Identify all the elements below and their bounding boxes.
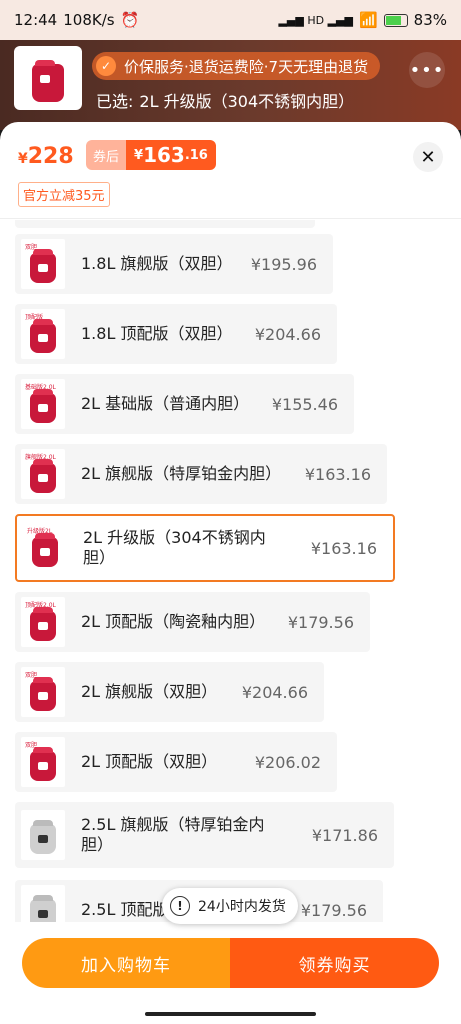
option-name: 2.5L 顶配版: [81, 900, 169, 919]
info-icon: !: [170, 896, 190, 916]
option-name: 1.8L 旗舰版（双胆）: [81, 254, 233, 273]
status-time: 12:44: [14, 11, 58, 29]
option-name: 2L 顶配版（陶瓷釉内胆）: [81, 612, 266, 631]
selected-prefix: 已选:: [96, 92, 134, 111]
coupon-value: ¥163.16: [126, 140, 216, 170]
option-name: 2L 旗舰版（特厚铂金内胆）: [81, 464, 282, 483]
option-thumbnail: 升级版2L: [23, 523, 67, 573]
option-item[interactable]: 旗舰版2.0L 2L 旗舰版（特厚铂金内胆） ¥163.16: [15, 444, 387, 504]
option-name: 1.8L 顶配版（双胆）: [81, 324, 233, 343]
option-item-selected[interactable]: 升级版2L 2L 升级版（304不锈钢内胆） ¥163.16: [15, 514, 395, 582]
close-button[interactable]: ✕: [413, 142, 443, 172]
action-buttons: 加入购物车 领券购买: [22, 938, 439, 988]
more-dots-icon[interactable]: •••: [409, 52, 445, 88]
option-name: 2L 基础版（普通内胆）: [81, 394, 250, 413]
option-price: ¥204.66: [254, 324, 321, 344]
close-icon: ✕: [420, 146, 436, 168]
battery-icon: [383, 13, 408, 27]
selected-spec: 已选: 2L 升级版（304不锈钢内胆）: [96, 88, 354, 112]
divider: [0, 218, 461, 219]
cooker-image: [32, 60, 64, 102]
selected-value: 2L 升级版（304不锈钢内胆）: [139, 92, 355, 111]
battery-percent: 83%: [413, 11, 447, 29]
original-price: ¥228: [18, 144, 74, 169]
coupon-label: 券后: [86, 140, 127, 170]
home-indicator[interactable]: [145, 1012, 316, 1016]
option-thumbnail: [21, 810, 65, 860]
option-list[interactable]: 双胆 1.8L 旗舰版（双胆） ¥195.96 顶配版 1.8L 顶配版（双胆）…: [0, 220, 461, 922]
option-price: ¥206.02: [254, 752, 321, 772]
option-thumbnail: 双胆: [21, 737, 65, 787]
option-thumbnail: [21, 885, 65, 922]
option-price: ¥171.86: [311, 825, 378, 845]
signal-icon: ▂▄▆ HD ▂▄▆: [278, 13, 353, 27]
option-thumbnail: 顶配版2.0L: [21, 597, 65, 647]
coupon-buy-button[interactable]: 领券购买: [230, 938, 439, 988]
option-price: ¥155.46: [271, 394, 338, 414]
discount-tag: 官方立减35元: [18, 182, 110, 207]
option-thumbnail: 双胆: [21, 239, 65, 289]
status-bar: 12:44 108K/s ⏰ ▂▄▆ HD ▂▄▆ 📶 83%: [0, 0, 461, 40]
option-item[interactable]: 基础版2.0L 2L 基础版（普通内胆） ¥155.46: [15, 374, 354, 434]
option-item[interactable]: 双胆 2L 旗舰版（双胆） ¥204.66: [15, 662, 324, 722]
option-price: ¥163.16: [310, 538, 377, 558]
toast-text: 24小时内发货: [198, 899, 286, 915]
option-name: 2L 升级版（304不锈钢内胆）: [83, 528, 266, 567]
sku-sheet: ¥228 券后 ¥163.16 ✕ 官方立减35元 双胆 1.8L 旗舰版（双胆…: [0, 122, 461, 1024]
product-thumbnail[interactable]: [14, 46, 82, 110]
option-item[interactable]: 2.5L 旗舰版（特厚铂金内胆） ¥171.86: [15, 802, 394, 868]
option-price: ¥195.96: [250, 254, 317, 274]
option-thumbnail: 顶配版: [21, 309, 65, 359]
check-icon: ✓: [96, 56, 116, 76]
guarantee-text: 价保服务·退货运费险·7天无理由退货: [124, 57, 369, 76]
option-item[interactable]: 顶配版2.0L 2L 顶配版（陶瓷釉内胆） ¥179.56: [15, 592, 370, 652]
option-item[interactable]: 双胆 2L 顶配版（双胆） ¥206.02: [15, 732, 337, 792]
option-thumbnail: 双胆: [21, 667, 65, 717]
wifi-icon: 📶: [358, 11, 378, 29]
status-speed: 108K/s: [63, 11, 115, 29]
option-price: ¥204.66: [241, 682, 308, 702]
add-to-cart-button[interactable]: 加入购物车: [22, 938, 230, 988]
alarm-icon: ⏰: [120, 11, 140, 29]
option-thumbnail: 旗舰版2.0L: [21, 449, 65, 499]
option-item[interactable]: 双胆 1.8L 旗舰版（双胆） ¥195.96: [15, 234, 333, 294]
guarantee-banner[interactable]: ✓ 价保服务·退货运费险·7天无理由退货: [92, 52, 381, 80]
option-thumbnail: 基础版2.0L: [21, 379, 65, 429]
shipping-toast: ! 24小时内发货: [162, 888, 298, 924]
coupon-price: 券后 ¥163.16: [86, 140, 216, 170]
option-price: ¥179.56: [300, 900, 367, 920]
option-item[interactable]: 顶配版 1.8L 顶配版（双胆） ¥204.66: [15, 304, 337, 364]
option-name: 2L 顶配版（双胆）: [81, 752, 218, 771]
option-name: 2L 旗舰版（双胆）: [81, 682, 218, 701]
option-price: ¥179.56: [287, 612, 354, 632]
option-partial[interactable]: [15, 220, 315, 228]
option-name: 2.5L 旗舰版（特厚铂金内胆）: [81, 815, 265, 854]
option-price: ¥163.16: [304, 464, 371, 484]
